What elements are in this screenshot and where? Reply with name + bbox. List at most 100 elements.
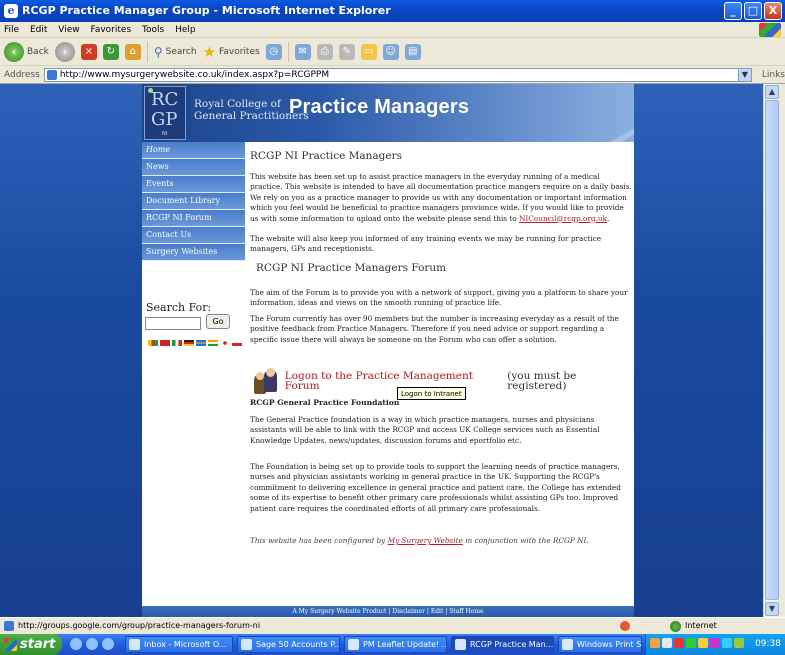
flag-icon[interactable] xyxy=(220,340,230,346)
toolbar-separator xyxy=(287,41,289,62)
address-input[interactable]: http://www.mysurgerywebsite.co.uk/index.… xyxy=(43,67,752,82)
clock: 09:38 xyxy=(755,639,781,649)
flag-icon[interactable] xyxy=(232,340,242,346)
system-tray: 09:38 xyxy=(645,634,785,655)
go-button[interactable]: Go xyxy=(206,314,230,329)
forward-button[interactable]: › xyxy=(54,41,75,62)
chevron-down-icon[interactable]: ▼ xyxy=(737,68,751,81)
page-icon xyxy=(46,69,57,80)
scroll-down-icon[interactable]: ▼ xyxy=(765,602,779,616)
messenger-icon[interactable]: ☺ xyxy=(382,43,399,60)
status-text: http://groups.google.com/group/practice-… xyxy=(18,621,261,630)
flag-icon[interactable] xyxy=(208,340,218,346)
research-icon[interactable]: ▤ xyxy=(404,43,421,60)
start-button[interactable]: start xyxy=(0,634,62,655)
nav-item-news[interactable]: News xyxy=(142,159,245,176)
scroll-up-icon[interactable]: ▲ xyxy=(765,85,779,99)
foundation-paragraph-2: The Foundation is being set up to provid… xyxy=(250,462,621,513)
history-icon[interactable]: ◷ xyxy=(265,43,282,60)
tooltip: Logon to Intranet xyxy=(397,387,466,400)
nav-item-contact-us[interactable]: Contact Us xyxy=(142,227,245,244)
tray-icon[interactable] xyxy=(710,638,720,648)
task-button[interactable]: Inbox - Microsoft O... xyxy=(125,636,233,653)
links-button[interactable]: Links xyxy=(762,70,785,80)
scroll-thumb[interactable] xyxy=(765,100,779,600)
menu-favorites[interactable]: Favorites xyxy=(90,25,131,35)
config-text-end: in conjunction with the RCGP NI. xyxy=(462,536,589,545)
nav-item-home[interactable]: Home xyxy=(142,142,245,159)
task-button-active[interactable]: RCGP Practice Man... xyxy=(451,636,554,653)
menu-bar: File Edit View Favorites Tools Help xyxy=(0,22,785,38)
favorites-button[interactable]: ★ Favorites xyxy=(203,43,260,61)
menu-view[interactable]: View xyxy=(58,25,79,35)
tray-icon[interactable] xyxy=(686,638,696,648)
refresh-icon[interactable]: ↻ xyxy=(102,43,119,60)
security-icon xyxy=(620,621,630,631)
outlook-icon xyxy=(129,639,140,650)
home-icon[interactable]: ⌂ xyxy=(124,43,141,60)
tray-icon[interactable] xyxy=(662,638,672,648)
mail-icon[interactable]: ✉ xyxy=(294,43,311,60)
flag-icon[interactable] xyxy=(184,340,194,346)
forum-logon-link[interactable]: Logon to the Practice Management Forum xyxy=(285,370,500,392)
tray-icon[interactable] xyxy=(698,638,708,648)
tray-icon[interactable] xyxy=(674,638,684,648)
email-link[interactable]: NICouncil@rcgp.org.uk xyxy=(519,214,607,223)
logo-ni: NI xyxy=(162,131,168,137)
task-label: Inbox - Microsoft O... xyxy=(144,640,227,649)
window-title: RCGP Practice Manager Group - Microsoft … xyxy=(22,4,391,17)
tray-icon[interactable] xyxy=(650,638,660,648)
people-icon xyxy=(254,368,277,394)
foundation-paragraph-1: The General Practice foundation is a way… xyxy=(250,415,600,445)
publisher-icon xyxy=(348,639,359,650)
search-input[interactable] xyxy=(145,317,201,330)
language-flags xyxy=(148,340,242,346)
forum-note: (you must be registered) xyxy=(507,369,577,392)
back-button[interactable]: ‹ Back xyxy=(4,41,49,62)
config-line: This website has been configured by My S… xyxy=(250,536,589,546)
window-edge xyxy=(779,84,785,617)
person-head xyxy=(256,372,264,380)
nav-item-events[interactable]: Events xyxy=(142,176,245,193)
menu-edit[interactable]: Edit xyxy=(30,25,47,35)
maximize-button[interactable]: □ xyxy=(744,2,762,20)
internet-zone-icon xyxy=(670,621,681,632)
nav-item-rcgp-ni-forum[interactable]: RCGP NI Forum xyxy=(142,210,245,227)
close-button[interactable]: X xyxy=(764,2,782,20)
menu-help[interactable]: Help xyxy=(175,25,196,35)
menu-tools[interactable]: Tools xyxy=(142,25,164,35)
task-button[interactable]: Windows Print Scre... xyxy=(558,636,642,653)
quick-launch-icon[interactable] xyxy=(102,638,114,650)
tray-icon[interactable] xyxy=(722,638,732,648)
folder-icon[interactable]: ▭ xyxy=(360,43,377,60)
vertical-scrollbar[interactable]: ▲ ▼ xyxy=(763,84,779,617)
start-label: start xyxy=(20,637,56,652)
quick-launch-icon[interactable] xyxy=(70,638,82,650)
flag-icon[interactable] xyxy=(172,340,182,346)
address-label: Address xyxy=(4,69,40,80)
flag-icon[interactable] xyxy=(148,340,158,346)
back-arrow-icon: ‹ xyxy=(4,41,24,62)
task-button[interactable]: PM Leaflet Update! ... xyxy=(344,636,447,653)
edit-icon[interactable]: ✎ xyxy=(338,43,355,60)
task-label: PM Leaflet Update! ... xyxy=(363,640,447,649)
window-titlebar[interactable]: e RCGP Practice Manager Group - Microsof… xyxy=(0,0,785,22)
menu-file[interactable]: File xyxy=(4,25,19,35)
nav-item-document-library[interactable]: Document Library xyxy=(142,193,245,210)
flag-icon[interactable] xyxy=(196,340,206,346)
windows-logo-icon xyxy=(759,23,781,37)
tray-icon[interactable] xyxy=(734,638,744,648)
site-footer[interactable]: A My Surgery Website Product | Disclaime… xyxy=(142,606,634,617)
tray-icons xyxy=(650,638,744,648)
flag-icon[interactable] xyxy=(160,340,170,346)
my-surgery-website-link[interactable]: My Surgery Website xyxy=(388,536,463,545)
stop-icon[interactable]: × xyxy=(80,43,97,60)
page-title: RCGP NI Practice Managers xyxy=(250,150,403,162)
task-button[interactable]: Sage 50 Accounts P... xyxy=(237,636,340,653)
search-button[interactable]: ⚲ Search xyxy=(154,45,197,59)
minimize-button[interactable]: _ xyxy=(724,2,742,20)
print-screen-icon xyxy=(562,639,573,650)
nav-item-surgery-websites[interactable]: Surgery Websites xyxy=(142,244,245,261)
quick-launch-icon[interactable] xyxy=(86,638,98,650)
print-icon[interactable]: ⎙ xyxy=(316,43,333,60)
